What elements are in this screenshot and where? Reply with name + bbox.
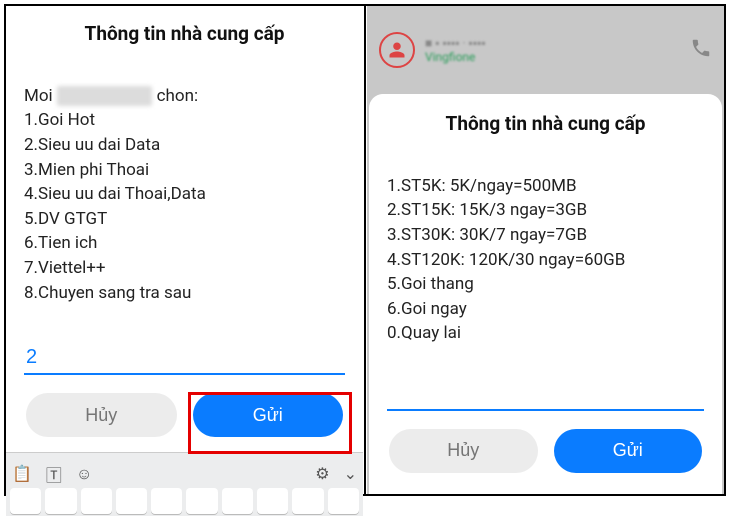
menu-item: 2.Sieu uu dai Data [24,133,345,158]
menu-item: 5.Goi thang [387,272,704,297]
menu-item: 4.ST120K: 120K/30 ngay=60GB [387,248,704,273]
status-bar [367,6,724,28]
button-row-left: Hủy Gửi [24,393,345,437]
menu-item: 7.Viettel++ [24,256,345,281]
contact-sub: Vingfione [425,50,680,64]
menu-item: 3.Mien phi Thoai [24,158,345,183]
menu-item: 6.Goi ngay [387,297,704,322]
chevron-down-icon[interactable]: ⌄ [344,464,357,483]
cancel-button[interactable]: Hủy [26,393,177,437]
menu-item: 4.Sieu uu dai Thoai,Data [24,182,345,207]
menu-item: 6.Tien ich [24,231,345,256]
dialog-title: Thông tin nhà cung cấp [387,112,704,135]
menu-item: 2.ST15K: 15K/3 ngay=3GB [387,198,704,223]
ussd-dialog-right: Thông tin nhà cung cấp 1.ST5K: 5K/ngay=5… [369,94,722,494]
menu-item: 1.Goi Hot [24,108,345,133]
menu-list-left: 1.Goi Hot2.Sieu uu dai Data3.Mien phi Th… [24,108,345,305]
gear-icon[interactable]: ⚙ [315,464,329,483]
button-row-right: Hủy Gửi [387,429,704,473]
keyboard-keys-row[interactable] [6,486,363,516]
ussd-input-left[interactable] [24,342,345,375]
menu-item: 8.Chuyen sang tra sau [24,281,345,306]
body-prefix: Moi [24,86,57,106]
panel-divider [364,4,366,496]
cancel-button[interactable]: Hủy [389,429,538,473]
body-suffix: chon: [152,86,198,106]
clipboard-icon[interactable]: 📋 [12,464,32,483]
send-button[interactable]: Gửi [193,393,344,437]
menu-list-right: 1.ST5K: 5K/ngay=500MB2.ST15K: 15K/3 ngay… [387,174,704,346]
ussd-dialog-left: Thông tin nhà cung cấp Moi 0376468531 ch… [6,6,363,452]
avatar [379,32,415,68]
menu-item: 5.DV GTGT [24,207,345,232]
menu-item: 3.ST30K: 30K/7 ngay=7GB [387,223,704,248]
dialog-title: Thông tin nhà cung cấp [24,22,345,45]
phone-icon[interactable] [690,37,712,64]
emoji-icon[interactable]: ☺ [76,464,92,484]
send-button[interactable]: Gửi [554,429,703,473]
menu-item: 0.Quay lai [387,321,704,346]
text-icon[interactable]: 🅃 [46,462,62,486]
dialog-body-right: 1.ST5K: 5K/ngay=500MB2.ST15K: 15K/3 ngay… [387,149,704,371]
right-screenshot: ■ ▪ ▪▪▪▪ · ▪▪▪▪ Vingfione Thông tin nhà … [367,6,724,494]
ussd-input-right[interactable] [387,385,704,411]
contact-header: ■ ▪ ▪▪▪▪ · ▪▪▪▪ Vingfione [367,28,724,76]
person-icon [388,41,406,59]
left-screenshot: Thông tin nhà cung cấp Moi 0376468531 ch… [6,6,363,494]
dialog-body-left: Moi 0376468531 chon: 1.Goi Hot2.Sieu uu … [24,59,345,330]
contact-info: ■ ▪ ▪▪▪▪ · ▪▪▪▪ Vingfione [425,36,680,65]
masked-number: 0376468531 [57,86,153,106]
menu-item: 1.ST5K: 5K/ngay=500MB [387,174,704,199]
